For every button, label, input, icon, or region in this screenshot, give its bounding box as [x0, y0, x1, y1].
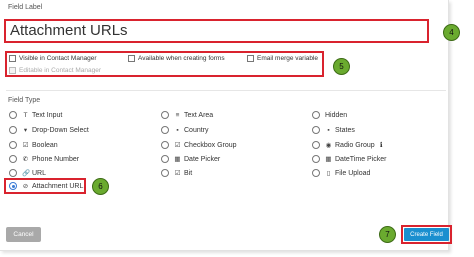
- radio-label: Text Area: [184, 111, 214, 119]
- field-type-country[interactable]: ▪ Country: [161, 125, 209, 135]
- custom-field-form: Field Label Attachment URLs Visible in C…: [0, 0, 452, 251]
- checkbox-label: Available when creating forms: [138, 55, 225, 62]
- checkbox-icon: ☑: [174, 170, 181, 177]
- visible-in-contact-manager-checkbox[interactable]: Visible in Contact Manager: [9, 55, 97, 62]
- field-type-text-area[interactable]: ≡ Text Area: [161, 110, 213, 120]
- checkbox-box[interactable]: [9, 55, 16, 62]
- radio-button[interactable]: [312, 155, 320, 163]
- radio-label: Phone Number: [32, 155, 80, 163]
- file-icon: ▯: [326, 170, 331, 177]
- checkbox-box: [9, 67, 16, 74]
- create-field-highlight: Create Field: [401, 225, 452, 244]
- radio-button[interactable]: [161, 155, 169, 163]
- checkbox-label: Editable in Contact Manager: [19, 67, 102, 74]
- phone-icon: ✆: [22, 156, 29, 163]
- field-label-input[interactable]: Attachment URLs: [4, 19, 429, 43]
- email-merge-variable-checkbox[interactable]: Email merge variable: [247, 55, 318, 62]
- field-type-radio-group[interactable]: ◉ Radio Group ℹ: [312, 140, 388, 150]
- radio-button[interactable]: [312, 111, 320, 119]
- checkbox-box[interactable]: [128, 55, 135, 62]
- field-type-text-input[interactable]: T Text Input: [9, 110, 62, 120]
- dropdown-icon: ▾: [23, 127, 28, 134]
- checkbox-label: Email merge variable: [257, 55, 319, 62]
- radio-label: States: [335, 126, 355, 134]
- step-badge-6: 6: [92, 178, 109, 195]
- text-icon: T: [23, 111, 28, 119]
- checkbox-icon: ☑: [22, 142, 29, 149]
- field-type-checkbox-group[interactable]: ☑ Checkbox Group: [161, 140, 237, 150]
- radio-button[interactable]: [9, 155, 17, 163]
- field-type-date-picker[interactable]: ▦ Date Picker: [161, 154, 220, 164]
- field-type-file-upload[interactable]: ▯ File Upload: [312, 168, 370, 178]
- calendar-icon: ▦: [174, 156, 181, 163]
- radio-label: Radio Group: [335, 141, 375, 149]
- field-type-attachment-url[interactable]: ⊘ Attachment URL: [9, 181, 83, 191]
- link-icon: 🔗: [22, 170, 31, 177]
- radio-label: URL: [32, 169, 47, 177]
- radio-icon: ◉: [325, 142, 332, 149]
- checkbox-box[interactable]: [247, 55, 254, 62]
- step-badge-4: 4: [443, 24, 460, 41]
- radio-button[interactable]: [312, 169, 320, 177]
- attachment-icon: ⊘: [22, 183, 29, 190]
- field-type-phone-number[interactable]: ✆ Phone Number: [9, 154, 79, 164]
- field-type-url[interactable]: 🔗 URL: [9, 168, 46, 178]
- radio-label: Drop-Down Select: [32, 126, 89, 134]
- radio-button[interactable]: [9, 141, 17, 149]
- field-label-caption: Field Label: [8, 4, 43, 11]
- editable-in-contact-manager-checkbox: Editable in Contact Manager: [9, 67, 101, 74]
- select-icon: ▪: [176, 126, 179, 134]
- step-badge-7: 7: [379, 226, 396, 243]
- field-type-caption: Field Type: [8, 97, 41, 104]
- radio-button[interactable]: [9, 169, 17, 177]
- radio-label: Country: [184, 126, 209, 134]
- radio-label: Checkbox Group: [184, 141, 237, 149]
- select-icon: ▪: [327, 126, 330, 134]
- field-type-bit[interactable]: ☑ Bit: [161, 168, 192, 178]
- text-area-icon: ≡: [175, 111, 180, 119]
- radio-label: Bit: [184, 169, 193, 177]
- info-icon[interactable]: ℹ: [378, 141, 385, 149]
- radio-label: Text Input: [32, 111, 63, 119]
- radio-button[interactable]: [161, 169, 169, 177]
- radio-button[interactable]: [161, 126, 169, 134]
- checkbox-label: Visible in Contact Manager: [19, 55, 97, 62]
- radio-button[interactable]: [161, 141, 169, 149]
- radio-label: DateTime Picker: [335, 155, 387, 163]
- field-type-drop-down-select[interactable]: ▾ Drop-Down Select: [9, 125, 89, 135]
- radio-button[interactable]: [9, 111, 17, 119]
- radio-button[interactable]: [312, 141, 320, 149]
- radio-label: Boolean: [32, 141, 58, 149]
- radio-button[interactable]: [9, 126, 17, 134]
- calendar-icon: ▦: [325, 156, 332, 163]
- radio-button[interactable]: [161, 111, 169, 119]
- field-type-boolean[interactable]: ☑ Boolean: [9, 140, 58, 150]
- checkbox-icon: ☑: [174, 142, 181, 149]
- radio-button[interactable]: [312, 126, 320, 134]
- field-type-datetime-picker[interactable]: ▦ DateTime Picker: [312, 154, 386, 164]
- radio-label: Hidden: [325, 111, 348, 119]
- radio-button-selected[interactable]: [9, 182, 17, 190]
- create-field-button[interactable]: Create Field: [404, 228, 449, 241]
- field-type-states[interactable]: ▪ States: [312, 125, 355, 135]
- radio-label: Date Picker: [184, 155, 221, 163]
- field-type-hidden[interactable]: Hidden: [312, 110, 347, 120]
- radio-label: Attachment URL: [32, 182, 84, 190]
- radio-label: File Upload: [335, 169, 371, 177]
- section-divider: [6, 90, 446, 91]
- step-badge-5: 5: [333, 58, 350, 75]
- cancel-button[interactable]: Cancel: [6, 227, 41, 242]
- available-when-creating-forms-checkbox[interactable]: Available when creating forms: [128, 55, 225, 62]
